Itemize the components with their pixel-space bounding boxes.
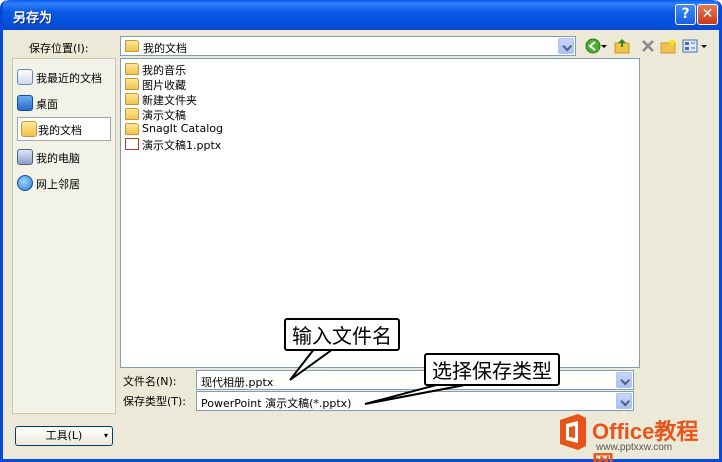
filetype-callout: 选择保存类型: [424, 353, 560, 386]
office-logo-icon: [560, 414, 586, 450]
watermark-text: Office教程网: [592, 419, 699, 462]
watermark-url: www.pptxxw.com: [596, 442, 673, 453]
filename-callout: 输入文件名: [284, 318, 400, 351]
callout-pointers: [289, 343, 471, 405]
watermark-logo: Office教程网 www.pptxxw.com: [548, 410, 720, 462]
